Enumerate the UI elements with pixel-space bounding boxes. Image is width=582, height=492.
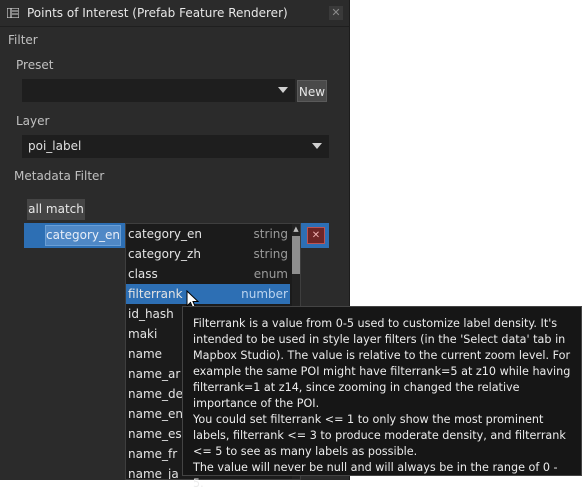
chevron-down-icon — [312, 143, 322, 149]
preset-dropdown[interactable] — [22, 79, 295, 102]
dropdown-item[interactable]: class enum — [126, 264, 290, 284]
dropdown-item-name: category_zh — [128, 247, 201, 261]
filter-section-label: Filter — [8, 33, 38, 47]
dropdown-item-name: name_fr — [128, 447, 178, 461]
dropdown-item-name: name_es — [128, 427, 182, 441]
filter-field-selector[interactable]: category_en — [45, 225, 121, 246]
all-match-button[interactable]: all match — [27, 199, 85, 220]
dropdown-item-name: name_de — [128, 387, 184, 401]
dropdown-item-type: enum — [253, 267, 288, 281]
dropdown-item-name: class — [128, 267, 158, 281]
dropdown-item-name: id_hash — [128, 307, 174, 321]
layer-value: poi_label — [28, 139, 82, 153]
dropdown-item-type: number — [241, 287, 288, 301]
dropdown-item[interactable]: filterrank number — [126, 284, 290, 304]
scrollbar-thumb[interactable] — [292, 236, 300, 274]
dropdown-item-type: string — [253, 227, 288, 241]
dropdown-item[interactable]: category_zh string — [126, 244, 290, 264]
field-description-tooltip: Filterrank is a value from 0-5 used to c… — [182, 306, 582, 490]
tooltip-paragraph-3: The value will never be null and will al… — [193, 461, 558, 490]
dropdown-item-name: name_ar — [128, 367, 181, 381]
dropdown-item-type: string — [253, 247, 288, 261]
scroll-up-icon[interactable]: ▲ — [292, 224, 300, 234]
window-title: Points of Interest (Prefab Feature Rende… — [27, 6, 288, 20]
dropdown-item-name: category_en — [128, 227, 203, 241]
dropdown-item-name: maki — [128, 327, 158, 341]
dropdown-item[interactable]: category_en string — [126, 224, 290, 244]
title-bar: Points of Interest (Prefab Feature Rende… — [0, 0, 349, 27]
remove-filter-button[interactable]: ✕ — [307, 227, 325, 244]
new-preset-button[interactable]: New — [297, 80, 327, 102]
chevron-down-icon — [278, 87, 288, 93]
layer-dropdown[interactable]: poi_label — [22, 135, 329, 158]
layer-label: Layer — [16, 114, 50, 128]
dropdown-item-name: name_ja — [128, 467, 179, 480]
tooltip-paragraph-2: You could set filterrank <= 1 to only sh… — [193, 413, 566, 458]
preset-label: Preset — [16, 58, 54, 72]
metadata-filter-label: Metadata Filter — [14, 169, 105, 183]
close-icon[interactable]: ✕ — [329, 6, 343, 20]
tooltip-paragraph-1: Filterrank is a value from 0-5 used to c… — [193, 317, 571, 410]
dropdown-item-name: filterrank — [128, 287, 183, 301]
dropdown-item-name: name — [128, 347, 163, 361]
panel-icon — [7, 8, 19, 18]
dropdown-item-name: name_en — [128, 407, 184, 421]
